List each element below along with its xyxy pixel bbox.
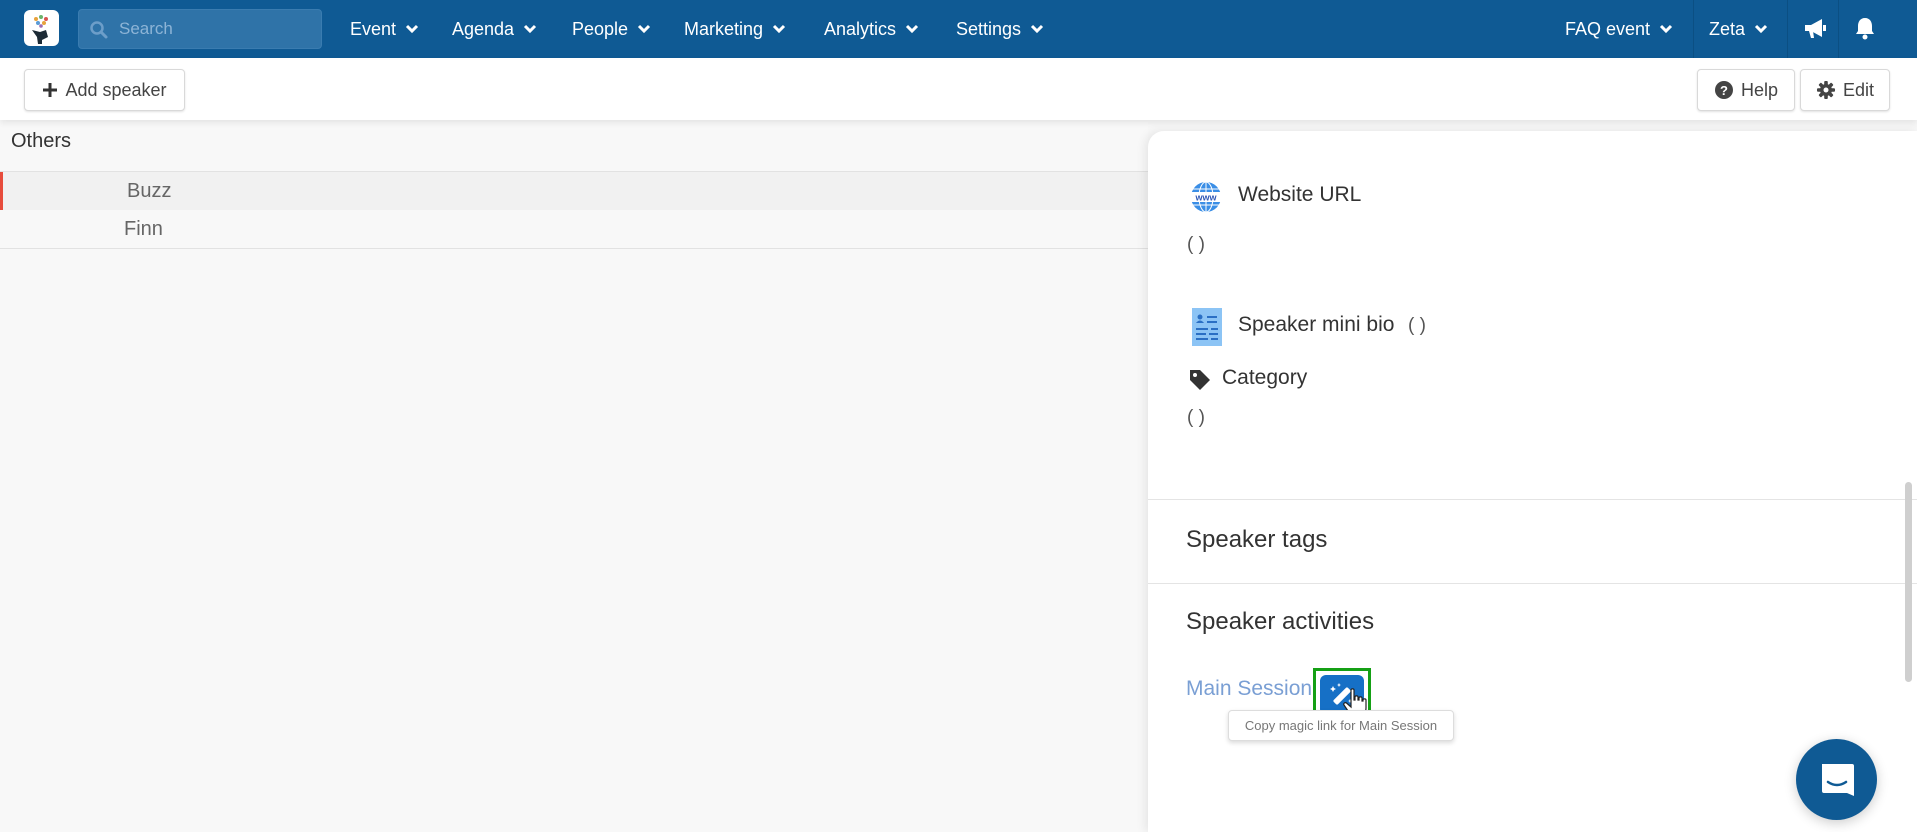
nav-menu-label: People <box>572 18 629 39</box>
chevron-down-icon <box>405 24 419 34</box>
website-url-value: ( ) <box>1187 234 1205 255</box>
divider <box>1148 583 1917 584</box>
nav-menu-label: Analytics <box>824 18 897 39</box>
megaphone-icon[interactable] <box>1802 15 1828 41</box>
chevron-down-icon <box>772 24 786 34</box>
magic-link-tooltip: Copy magic link for Main Session <box>1228 710 1454 741</box>
nav-menu-people[interactable]: People <box>572 0 651 58</box>
speaker-bio-value: ( ) <box>1408 315 1426 336</box>
tag-icon <box>1190 370 1210 390</box>
add-speaker-label: Add speaker <box>65 79 167 100</box>
nav-menu-event[interactable]: Event <box>350 0 419 58</box>
bell-icon[interactable] <box>1852 15 1878 41</box>
bio-card-icon <box>1192 308 1222 346</box>
speaker-name: Finn <box>124 217 163 240</box>
nav-divider <box>1838 0 1839 58</box>
speaker-name: Buzz <box>127 179 172 202</box>
globe-www-icon: www <box>1191 181 1221 213</box>
svg-text:?: ? <box>1720 83 1728 98</box>
activity-link-main-session[interactable]: Main Session <box>1186 677 1312 701</box>
chevron-down-icon <box>1659 24 1673 34</box>
search-box[interactable] <box>78 9 322 49</box>
group-title: Others <box>11 130 72 152</box>
nav-menu-label: Agenda <box>452 18 515 39</box>
category-value: ( ) <box>1187 407 1205 428</box>
nav-menu-label: Event <box>350 18 397 39</box>
nav-menu-marketing[interactable]: Marketing <box>684 0 786 58</box>
search-input[interactable] <box>119 10 315 48</box>
nav-menu-label: Settings <box>956 18 1022 39</box>
divider <box>1148 499 1917 500</box>
app-logo[interactable] <box>24 10 59 46</box>
speaker-bio-label: Speaker mini bio <box>1238 313 1395 336</box>
edit-label: Edit <box>1842 79 1875 100</box>
chevron-down-icon <box>1030 24 1044 34</box>
chat-launcher-button[interactable] <box>1796 739 1877 820</box>
speaker-row[interactable]: Buzz <box>0 172 1148 210</box>
user-menu[interactable]: Zeta <box>1709 0 1768 58</box>
website-url-label: Website URL <box>1238 183 1362 206</box>
divider <box>0 248 1148 249</box>
question-circle-icon: ? <box>1714 81 1733 99</box>
chevron-down-icon <box>1754 24 1768 34</box>
nav-menu-settings[interactable]: Settings <box>956 0 1044 58</box>
chat-bubble-icon <box>1821 763 1854 796</box>
panel-scrollbar[interactable] <box>1905 482 1912 682</box>
logo-icon <box>32 15 48 44</box>
add-speaker-button[interactable]: Add speaker <box>24 69 185 111</box>
toolbar: Add speaker ? Help Edit <box>0 58 1917 120</box>
help-label: Help <box>1740 79 1779 100</box>
nav-menu-agenda[interactable]: Agenda <box>452 0 537 58</box>
nav-divider <box>1787 0 1788 58</box>
category-label: Category <box>1222 366 1308 389</box>
speaker-activities-title: Speaker activities <box>1186 608 1375 635</box>
event-selector[interactable]: FAQ event <box>1565 0 1673 58</box>
speaker-row[interactable]: Finn <box>0 210 1148 248</box>
event-selector-label: FAQ event <box>1565 18 1651 39</box>
chevron-down-icon <box>524 24 537 34</box>
speaker-tags-title: Speaker tags <box>1186 526 1328 553</box>
plus-icon <box>43 83 58 97</box>
search-icon <box>90 21 108 39</box>
nav-divider <box>1693 0 1694 58</box>
edit-button[interactable]: Edit <box>1800 69 1890 111</box>
svg-text:www: www <box>1194 193 1217 203</box>
top-nav-bar: Event Agenda People Marketing Analytics … <box>0 0 1917 58</box>
chevron-down-icon <box>905 24 919 34</box>
user-menu-label: Zeta <box>1709 18 1746 39</box>
chevron-down-icon <box>638 24 651 34</box>
gear-icon <box>1816 81 1835 99</box>
nav-menu-analytics[interactable]: Analytics <box>824 0 919 58</box>
speaker-detail-panel: www Website URL ( ) Speaker mini bio ( )… <box>1148 131 1917 832</box>
help-button[interactable]: ? Help <box>1697 69 1795 111</box>
nav-menu-label: Marketing <box>684 18 764 39</box>
speaker-list: Others Buzz Finn <box>0 120 1148 832</box>
